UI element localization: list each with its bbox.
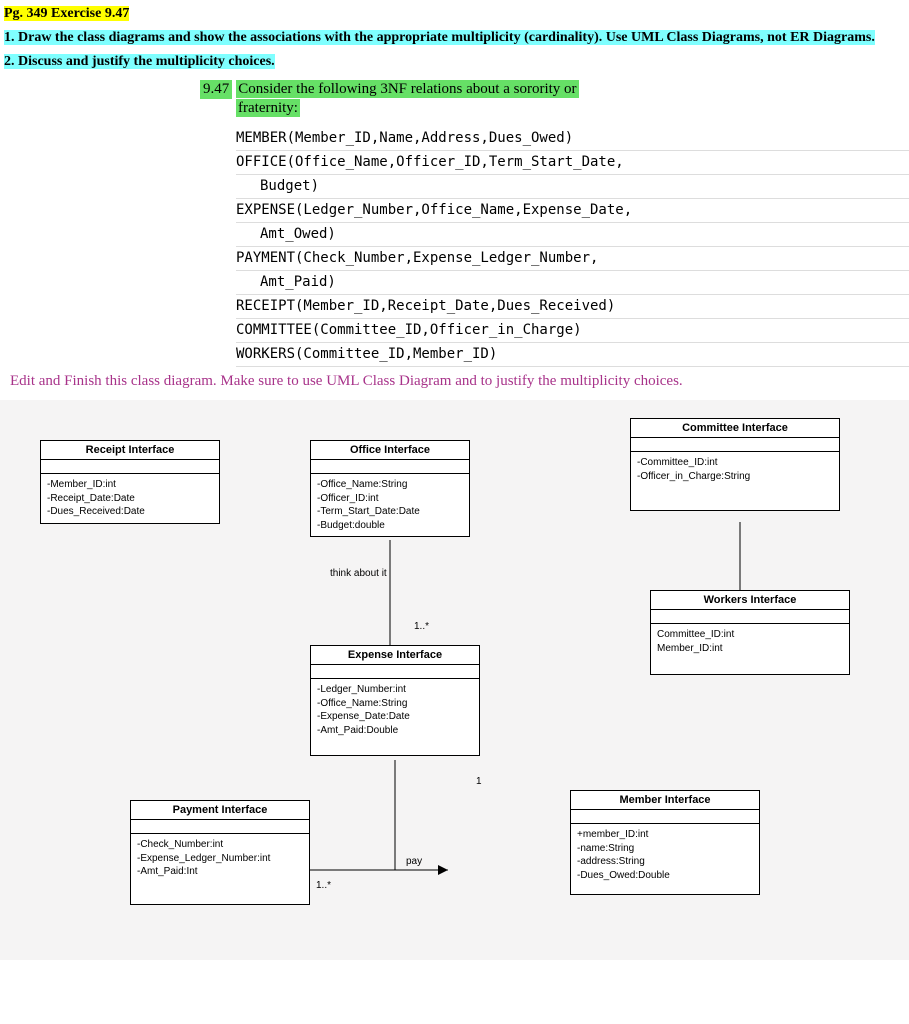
instruction-2-text: 2. Discuss and justify the multiplicity … [4, 54, 275, 69]
uml-member: Member Interface +member_ID:int -name:St… [570, 790, 760, 895]
attr: -Officer_in_Charge:String [637, 470, 833, 484]
relation-line: Amt_Paid) [236, 271, 909, 295]
uml-expense: Expense Interface -Ledger_Number:int -Of… [310, 645, 480, 756]
attr: -Check_Number:int [137, 838, 303, 852]
attr: -Ledger_Number:int [317, 683, 473, 697]
uml-expense-title: Expense Interface [311, 646, 479, 665]
attr: -Member_ID:int [47, 478, 213, 492]
attr: -Expense_Ledger_Number:int [137, 852, 303, 866]
uml-member-title: Member Interface [571, 791, 759, 810]
uml-office-attrs: -Office_Name:String -Officer_ID:int -Ter… [311, 474, 469, 536]
relation-line: PAYMENT(Check_Number,Expense_Ledger_Numb… [236, 247, 909, 271]
attr: -Term_Start_Date:Date [317, 505, 463, 519]
relation-line: WORKERS(Committee_ID,Member_ID) [236, 343, 909, 367]
problem-title-2: fraternity: [236, 99, 300, 117]
relation-line: OFFICE(Office_Name,Officer_ID,Term_Start… [236, 151, 909, 175]
attr: -address:String [577, 855, 753, 869]
uml-office: Office Interface -Office_Name:String -Of… [310, 440, 470, 537]
label-mult-1star-bottom: 1..* [316, 880, 331, 891]
uml-payment: Payment Interface -Check_Number:int -Exp… [130, 800, 310, 905]
page-ref-text: Pg. 349 Exercise 9.47 [4, 6, 129, 21]
attr: -Amt_Paid:Int [137, 865, 303, 879]
attr: -Receipt_Date:Date [47, 492, 213, 506]
attr: -name:String [577, 842, 753, 856]
attr: +member_ID:int [577, 828, 753, 842]
uml-committee-attrs: -Committee_ID:int -Officer_in_Charge:Str… [631, 452, 839, 510]
label-mult-1: 1 [476, 776, 482, 787]
relation-line: Budget) [236, 175, 909, 199]
uml-workers-attrs: Committee_ID:int Member_ID:int [651, 624, 849, 674]
relation-line: Amt_Owed) [236, 223, 909, 247]
problem-block: 9.47 Consider the following 3NF relation… [200, 80, 909, 117]
attr: -Amt_Paid:Double [317, 724, 473, 738]
uml-payment-attrs: -Check_Number:int -Expense_Ledger_Number… [131, 834, 309, 904]
page-ref: Pg. 349 Exercise 9.47 [0, 4, 909, 24]
attr: -Expense_Date:Date [317, 710, 473, 724]
problem-number: 9.47 [200, 80, 232, 99]
attr: -Office_Name:String [317, 697, 473, 711]
uml-payment-title: Payment Interface [131, 801, 309, 820]
problem-title-1: Consider the following 3NF relations abo… [236, 80, 578, 98]
uml-workers: Workers Interface Committee_ID:int Membe… [650, 590, 850, 675]
relation-line: RECEIPT(Member_ID,Receipt_Date,Dues_Rece… [236, 295, 909, 319]
instruction-1: 1. Draw the class diagrams and show the … [0, 28, 909, 48]
uml-receipt: Receipt Interface -Member_ID:int -Receip… [40, 440, 220, 524]
attr: -Officer_ID:int [317, 492, 463, 506]
uml-diagram-area: Receipt Interface -Member_ID:int -Receip… [0, 400, 909, 960]
uml-member-attrs: +member_ID:int -name:String -address:Str… [571, 824, 759, 894]
uml-workers-title: Workers Interface [651, 591, 849, 610]
attr: -Office_Name:String [317, 478, 463, 492]
relation-line: EXPENSE(Ledger_Number,Office_Name,Expens… [236, 199, 909, 223]
relation-line: COMMITTEE(Committee_ID,Officer_in_Charge… [236, 319, 909, 343]
label-pay: pay [406, 856, 422, 867]
attr: Member_ID:int [657, 642, 843, 656]
attr: -Dues_Owed:Double [577, 869, 753, 883]
label-think: think about it [330, 568, 387, 579]
instruction-1-text: 1. Draw the class diagrams and show the … [4, 30, 875, 45]
label-mult-1star-top: 1..* [414, 621, 429, 632]
uml-committee: Committee Interface -Committee_ID:int -O… [630, 418, 840, 511]
handwritten-note: Edit and Finish this class diagram. Make… [0, 367, 909, 396]
attr: -Dues_Received:Date [47, 505, 213, 519]
attr: -Budget:double [317, 519, 463, 533]
relation-line: MEMBER(Member_ID,Name,Address,Dues_Owed) [236, 127, 909, 151]
uml-committee-title: Committee Interface [631, 419, 839, 438]
uml-expense-attrs: -Ledger_Number:int -Office_Name:String -… [311, 679, 479, 755]
relations-list: MEMBER(Member_ID,Name,Address,Dues_Owed)… [236, 127, 909, 367]
instruction-2: 2. Discuss and justify the multiplicity … [0, 52, 909, 72]
uml-receipt-title: Receipt Interface [41, 441, 219, 460]
uml-receipt-attrs: -Member_ID:int -Receipt_Date:Date -Dues_… [41, 474, 219, 523]
attr: -Committee_ID:int [637, 456, 833, 470]
uml-office-title: Office Interface [311, 441, 469, 460]
attr: Committee_ID:int [657, 628, 843, 642]
